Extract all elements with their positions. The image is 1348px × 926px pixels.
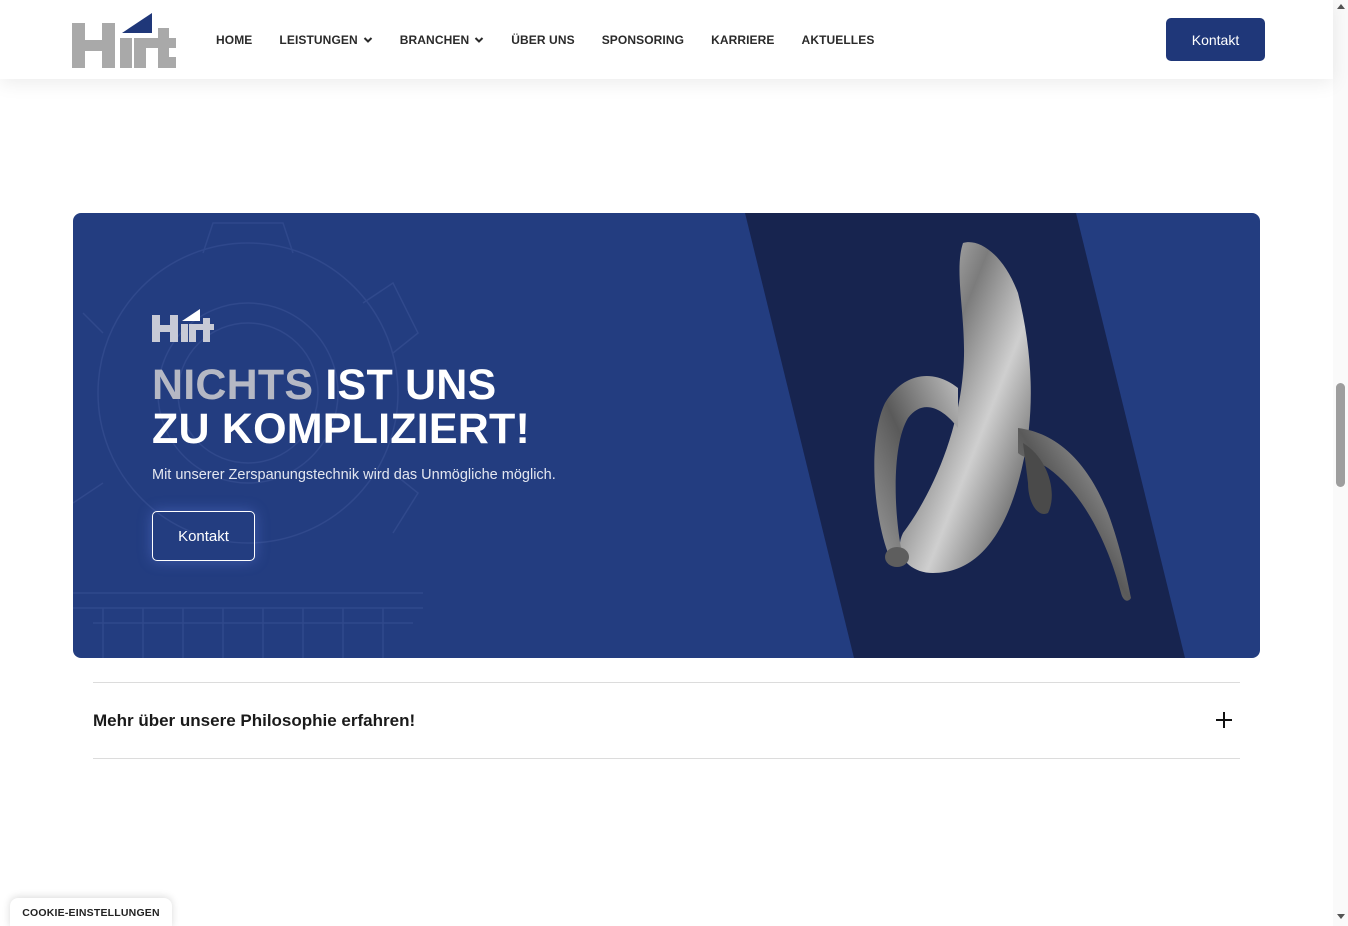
plus-icon[interactable]	[1215, 711, 1233, 729]
hirt-logo[interactable]	[72, 13, 176, 68]
scroll-up-icon[interactable]	[1337, 4, 1345, 9]
nav-label: ÜBER UNS	[511, 32, 575, 47]
philosophy-accordion[interactable]: Mehr über unsere Philosophie erfahren!	[93, 682, 1240, 759]
nav-label: HOME	[216, 32, 253, 47]
nav-item-ueber-uns[interactable]: ÜBER UNS	[511, 33, 574, 47]
chevron-down-icon	[475, 36, 484, 43]
main-nav: HOME LEISTUNGEN BRANCHEN ÜBER UNS SPONSO…	[216, 0, 901, 79]
nav-label: SPONSORING	[601, 32, 685, 47]
hero-title-line1: IST UNS	[313, 361, 497, 409]
header-contact-button[interactable]: Kontakt	[1166, 18, 1265, 61]
hero-subtitle: Mit unserer Zerspanungstechnik wird das …	[152, 467, 556, 483]
accordion-label: Mehr über unsere Philosophie erfahren!	[93, 711, 416, 730]
nav-item-karriere[interactable]: KARRIERE	[711, 33, 774, 47]
cookie-settings-button[interactable]: COOKIE-EINSTELLUNGEN	[10, 898, 172, 926]
scroll-down-icon[interactable]	[1337, 914, 1345, 919]
chevron-down-icon	[363, 36, 372, 43]
hero-banner: NICHTS IST UNS ZU KOMPLIZIERT! Mit unser…	[73, 213, 1260, 658]
hero-title-highlight: NICHTS	[152, 361, 314, 409]
nav-item-branchen[interactable]: BRANCHEN	[400, 33, 484, 47]
nav-label: KARRIERE	[711, 32, 775, 47]
hero-contact-button[interactable]: Kontakt	[152, 511, 255, 561]
hero-title: NICHTS IST UNS ZU KOMPLIZIERT!	[152, 363, 530, 451]
nav-item-home[interactable]: HOME	[216, 33, 252, 47]
cookie-label: COOKIE-EINSTELLUNGEN	[22, 907, 160, 919]
site-header: HOME LEISTUNGEN BRANCHEN ÜBER UNS SPONSO…	[0, 0, 1333, 79]
hirt-logo-white	[152, 309, 214, 342]
nav-item-leistungen[interactable]: LEISTUNGEN	[279, 33, 372, 47]
page-scrollbar[interactable]	[1333, 0, 1348, 926]
nav-label: BRANCHEN	[399, 32, 470, 47]
scrollbar-thumb[interactable]	[1336, 383, 1345, 487]
nav-item-sponsoring[interactable]: SPONSORING	[602, 33, 684, 47]
hero-title-line2: ZU KOMPLIZIERT!	[152, 405, 531, 453]
nav-item-aktuelles[interactable]: AKTUELLES	[802, 33, 875, 47]
nav-label: LEISTUNGEN	[279, 32, 358, 47]
nav-label: AKTUELLES	[801, 32, 875, 47]
